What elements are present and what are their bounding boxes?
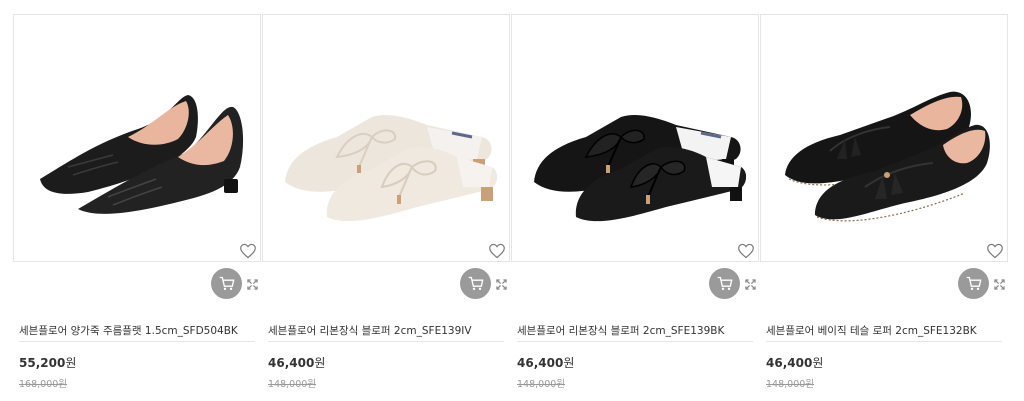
add-to-cart-button[interactable] <box>709 268 740 299</box>
divider <box>19 341 255 342</box>
cart-icon <box>717 276 732 291</box>
pointed-flat-shoe-image <box>40 95 244 214</box>
original-price: 148,000원 <box>766 379 815 390</box>
product-actions <box>211 268 261 300</box>
add-to-cart-button[interactable] <box>460 268 491 299</box>
product-actions <box>460 268 510 300</box>
cart-icon <box>966 276 981 291</box>
original-price: 168,000원 <box>19 379 68 390</box>
divider <box>766 341 1002 342</box>
cart-icon <box>219 276 234 291</box>
divider <box>517 341 753 342</box>
product-actions <box>709 268 759 300</box>
product-image[interactable] <box>760 14 1008 262</box>
black-bow-mule-image <box>534 114 746 222</box>
product-image[interactable] <box>13 14 261 262</box>
product-card: 세븐플로어 베이직 테슬 로퍼 2cm_SFE132BK 46,400원 148… <box>760 14 1008 394</box>
product-card: 세븐플로어 리본장식 블로퍼 2cm_SFE139BK 46,400원 148,… <box>511 14 759 394</box>
wishlist-heart-icon[interactable] <box>985 242 1005 260</box>
quick-view-expand-icon[interactable] <box>245 277 259 291</box>
wishlist-heart-icon[interactable] <box>736 242 756 260</box>
quick-view-expand-icon[interactable] <box>494 277 508 291</box>
quick-view-expand-icon[interactable] <box>743 277 757 291</box>
add-to-cart-button[interactable] <box>958 268 989 299</box>
product-name[interactable]: 세븐플로어 리본장식 블로퍼 2cm_SFE139BK <box>517 323 753 338</box>
wishlist-heart-icon[interactable] <box>238 242 258 260</box>
product-name[interactable]: 세븐플로어 베이직 테슬 로퍼 2cm_SFE132BK <box>766 323 1002 338</box>
wishlist-heart-icon[interactable] <box>487 242 507 260</box>
product-card: 세븐플로어 리본장식 블로퍼 2cm_SFE139IV 46,400원 148,… <box>262 14 510 394</box>
add-to-cart-button[interactable] <box>211 268 242 299</box>
sale-price: 46,400원 <box>517 356 575 370</box>
original-price: 148,000원 <box>268 379 317 390</box>
original-price: 148,000원 <box>517 379 566 390</box>
sale-price: 55,200원 <box>19 356 77 370</box>
product-image[interactable] <box>262 14 510 262</box>
cart-icon <box>468 276 483 291</box>
sale-price: 46,400원 <box>268 356 326 370</box>
quick-view-expand-icon[interactable] <box>992 277 1006 291</box>
ivory-bow-mule-image <box>285 114 497 222</box>
product-actions <box>958 268 1008 300</box>
divider <box>268 341 504 342</box>
product-name[interactable]: 세븐플로어 양가죽 주름플랫 1.5cm_SFD504BK <box>19 323 255 338</box>
product-grid: 세븐플로어 양가죽 주름플랫 1.5cm_SFD504BK 55,200원 16… <box>13 14 1010 394</box>
product-image[interactable] <box>511 14 759 262</box>
product-name[interactable]: 세븐플로어 리본장식 블로퍼 2cm_SFE139IV <box>268 323 504 338</box>
tassel-loafer-image <box>785 91 990 222</box>
sale-price: 46,400원 <box>766 356 824 370</box>
product-card: 세븐플로어 양가죽 주름플랫 1.5cm_SFD504BK 55,200원 16… <box>13 14 261 394</box>
